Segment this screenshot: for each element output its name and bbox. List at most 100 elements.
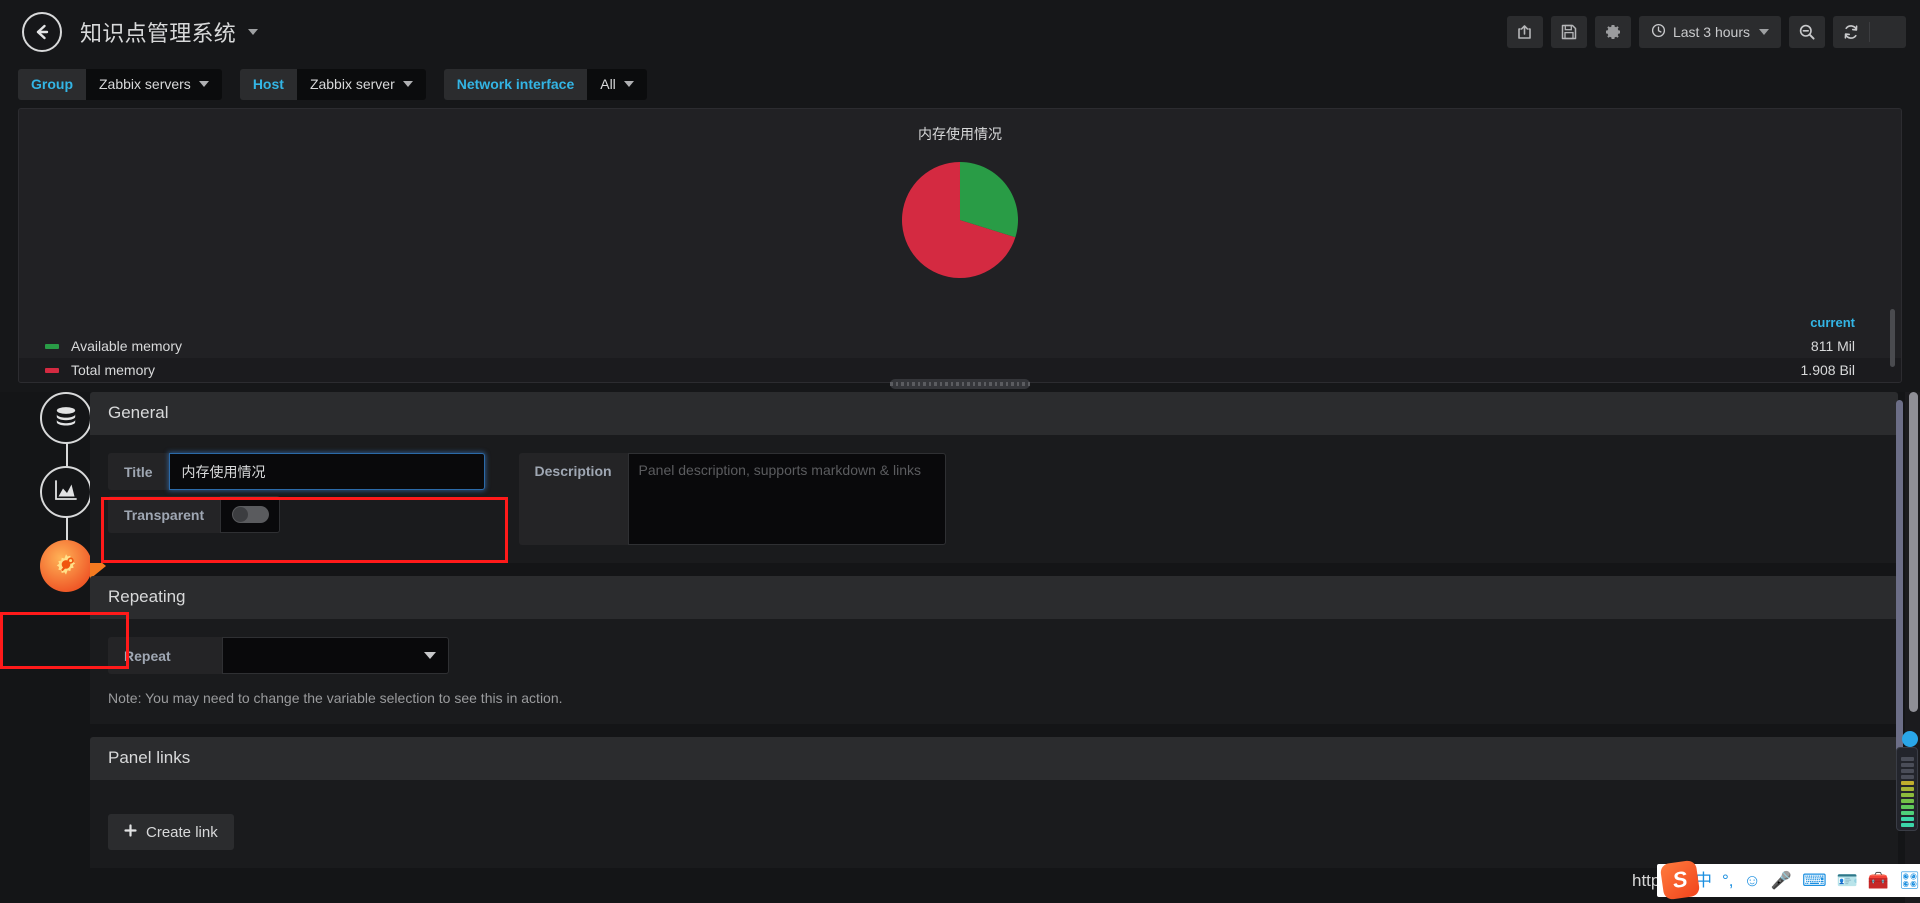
panel-transparent-label: Transparent bbox=[108, 496, 221, 533]
repeat-field: Repeat bbox=[108, 637, 1880, 674]
variable-network-interface-select[interactable]: All bbox=[587, 68, 647, 100]
voice-input-icon[interactable]: 🎤 bbox=[1771, 872, 1792, 889]
area-chart-icon bbox=[52, 476, 80, 509]
save-dashboard-button[interactable] bbox=[1550, 15, 1587, 48]
general-left-column: Title Transparent bbox=[108, 453, 485, 533]
variable-group-select[interactable]: Zabbix servers bbox=[86, 68, 222, 100]
panel-description-field: Description bbox=[518, 453, 946, 545]
general-section-body: Title Transparent bbox=[90, 435, 1898, 563]
variable-network-interface: Network interface All bbox=[443, 68, 647, 100]
legend-series-name: Total memory bbox=[71, 362, 156, 378]
share-icon bbox=[1516, 23, 1534, 41]
repeat-label: Repeat bbox=[108, 637, 222, 674]
legend-series-value: 811 Mil bbox=[1810, 338, 1855, 354]
system-monitor-meter bbox=[1896, 747, 1918, 831]
variable-host-select[interactable]: Zabbix server bbox=[296, 68, 426, 100]
dashboard-title[interactable]: 知识点管理系统 bbox=[80, 16, 259, 48]
user-card-icon[interactable]: 🪪 bbox=[1837, 872, 1858, 889]
variable-host-label: Host bbox=[239, 68, 297, 100]
repeating-section: Repeating Repeat Note: You may need to c… bbox=[90, 576, 1898, 724]
panel-transparent-toggle[interactable] bbox=[220, 496, 281, 533]
variable-group-label: Group bbox=[18, 68, 86, 100]
gear-wrench-icon bbox=[49, 547, 83, 586]
zoom-out-magnifier-icon bbox=[1798, 23, 1816, 41]
page-scrollbar-thumb[interactable] bbox=[1896, 400, 1903, 788]
repeat-note: Note: You may need to change the variabl… bbox=[108, 690, 563, 706]
gear-icon bbox=[1604, 23, 1622, 41]
arrow-left-icon bbox=[32, 22, 52, 42]
panel-links-section: Panel links Create link bbox=[90, 737, 1898, 868]
legend-row[interactable]: Available memory 811 Mil bbox=[19, 334, 1901, 358]
variable-host-value: Zabbix server bbox=[309, 76, 395, 92]
time-range-label: Last 3 hours bbox=[1672, 23, 1750, 40]
repeat-select[interactable] bbox=[222, 637, 449, 674]
chevron-down-icon bbox=[198, 81, 209, 87]
skin-icon[interactable]: 🎛 bbox=[1899, 872, 1920, 889]
dashboard-title-text: 知识点管理系统 bbox=[80, 20, 237, 46]
general-section: General Title Transparent bbox=[90, 392, 1898, 563]
panel-links-section-header: Panel links bbox=[90, 737, 1898, 780]
top-navbar: 知识点管理系统 Last 3 hours bbox=[0, 0, 1920, 63]
panel-links-section-body: Create link bbox=[90, 780, 1898, 868]
plus-icon bbox=[124, 823, 137, 841]
dashboard-settings-button[interactable] bbox=[1594, 15, 1631, 48]
sidebar-item-visualization[interactable] bbox=[40, 466, 92, 518]
share-dashboard-button[interactable] bbox=[1506, 15, 1543, 48]
panel-title: 内存使用情况 bbox=[918, 126, 1002, 142]
panel-preview: 内存使用情况 current Available memory 811 Mil … bbox=[18, 108, 1902, 383]
variable-group: Group Zabbix servers bbox=[18, 68, 222, 100]
sidebar-item-general-settings[interactable] bbox=[40, 540, 92, 592]
chevron-down-icon bbox=[248, 28, 259, 35]
variable-network-interface-label: Network interface bbox=[443, 68, 588, 100]
template-variables-bar: Group Zabbix servers Host Zabbix server … bbox=[0, 63, 1920, 105]
zoom-out-button[interactable] bbox=[1789, 15, 1825, 48]
time-range-picker[interactable]: Last 3 hours bbox=[1638, 15, 1781, 48]
panel-transparent-field: Transparent bbox=[108, 496, 485, 533]
variable-host: Host Zabbix server bbox=[239, 68, 426, 100]
save-floppy-icon bbox=[1560, 23, 1578, 41]
toggle-knob bbox=[232, 507, 248, 522]
legend-color-swatch bbox=[45, 367, 59, 373]
chevron-down-icon bbox=[424, 652, 436, 659]
panel-title-label: Title bbox=[108, 453, 169, 490]
legend-header-current: current bbox=[1810, 315, 1855, 330]
clock-icon bbox=[1651, 23, 1666, 41]
pie-chart bbox=[19, 147, 1901, 292]
toggle-track bbox=[231, 506, 269, 523]
legend-series-name: Available memory bbox=[71, 338, 183, 354]
panel-title-field: Title bbox=[108, 453, 485, 490]
panel-title-input[interactable] bbox=[168, 453, 485, 490]
toolbox-icon[interactable]: 🧰 bbox=[1868, 872, 1889, 889]
create-link-label: Create link bbox=[146, 823, 218, 841]
legend-scrollbar[interactable] bbox=[1890, 309, 1895, 367]
status-indicator-dot bbox=[1902, 731, 1918, 747]
chevron-down-icon bbox=[402, 81, 413, 87]
repeating-section-header: Repeating bbox=[90, 576, 1898, 619]
sogou-ime-logo[interactable]: S bbox=[1659, 859, 1701, 901]
sidebar-item-queries[interactable] bbox=[40, 392, 92, 444]
legend-series-value: 1.908 Bil bbox=[1800, 362, 1855, 378]
refresh-button[interactable] bbox=[1833, 16, 1869, 48]
variable-group-value: Zabbix servers bbox=[99, 76, 191, 92]
panel-editor: General Title Transparent bbox=[0, 392, 1920, 903]
soft-keyboard-icon[interactable]: ⌨ bbox=[1802, 872, 1827, 889]
create-link-button[interactable]: Create link bbox=[108, 814, 234, 850]
chevron-down-icon bbox=[1759, 28, 1769, 35]
pie-chart-svg bbox=[902, 161, 1018, 278]
repeating-section-body: Repeat Note: You may need to change the … bbox=[90, 619, 1898, 724]
punctuation-icon[interactable]: °, bbox=[1722, 872, 1734, 889]
panel-description-textarea[interactable] bbox=[627, 453, 946, 545]
general-section-header: General bbox=[90, 392, 1898, 435]
panel-editor-content: General Title Transparent bbox=[90, 392, 1898, 903]
refresh-controls bbox=[1833, 15, 1906, 48]
panel-editor-tab-rail bbox=[20, 392, 92, 903]
variable-network-interface-value: All bbox=[600, 76, 616, 92]
emoji-icon[interactable]: ☺ bbox=[1744, 872, 1761, 889]
editor-scrollbar-thumb[interactable] bbox=[1909, 392, 1918, 712]
refresh-icon bbox=[1842, 23, 1860, 41]
chevron-down-icon bbox=[623, 81, 634, 87]
back-button[interactable] bbox=[22, 11, 62, 52]
legend-color-swatch bbox=[45, 343, 59, 349]
refresh-interval-dropdown[interactable] bbox=[1870, 16, 1906, 48]
panel-resize-handle[interactable] bbox=[890, 379, 1030, 389]
